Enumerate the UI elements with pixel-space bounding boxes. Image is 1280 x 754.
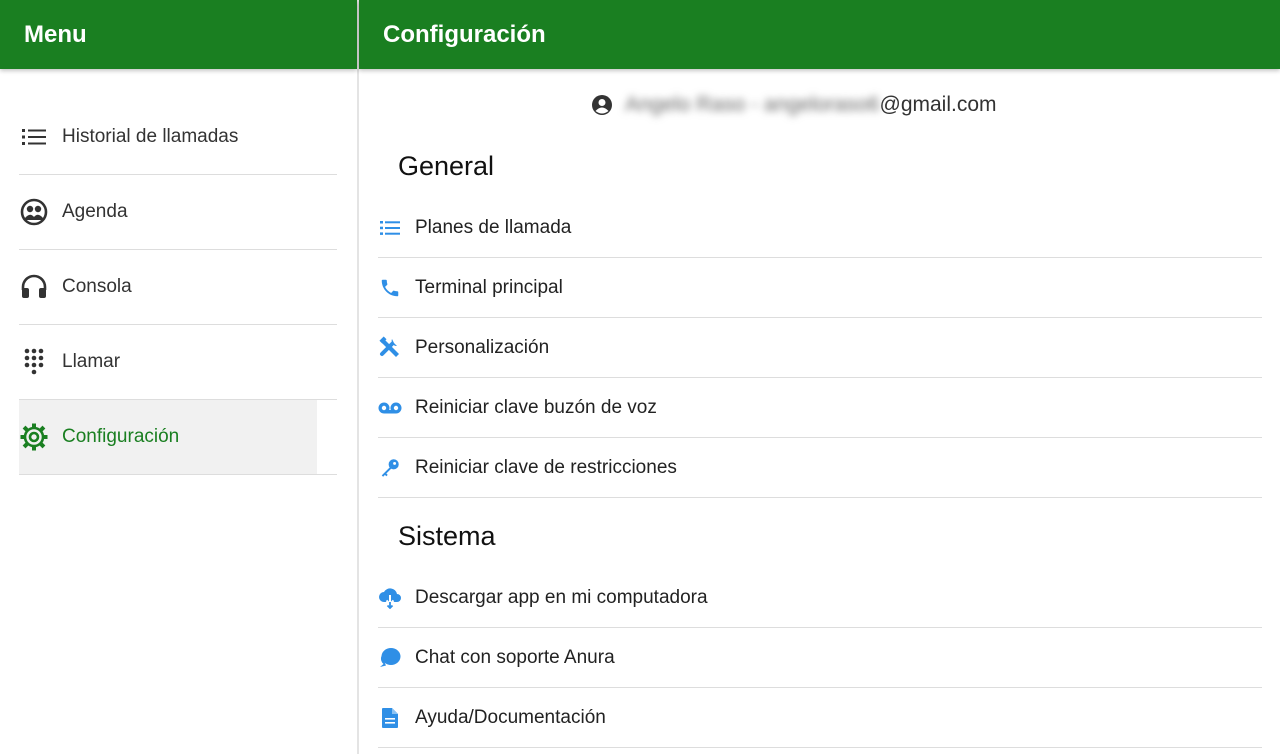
- tools-icon: [378, 335, 402, 360]
- sidebar-item-historial[interactable]: Historial de llamadas: [19, 100, 337, 175]
- setting-label: Ayuda/Documentación: [415, 706, 606, 728]
- chat-icon: [378, 646, 402, 670]
- sidebar-item-label: Agenda: [62, 201, 128, 222]
- sidebar-item-label: Configuración: [62, 426, 180, 447]
- section-title-sistema: Sistema: [398, 521, 496, 551]
- sidebar-title: Menu: [24, 20, 87, 48]
- page-header: Configuración: [359, 0, 1280, 69]
- setting-clave-buzon-voz[interactable]: Reiniciar clave buzón de voz: [378, 378, 1262, 438]
- setting-label: Personalización: [415, 336, 550, 358]
- setting-label: Terminal principal: [415, 276, 563, 298]
- account-circle-icon: [591, 94, 613, 116]
- sistema-settings-list: Descargar app en mi computadora Chat con…: [378, 568, 1262, 748]
- setting-label: Reiniciar clave buzón de voz: [415, 396, 657, 418]
- sidebar-item-label: Consola: [62, 276, 132, 297]
- list-icon: [19, 122, 49, 152]
- cloud-download-icon: [378, 586, 402, 610]
- panel-divider: [357, 0, 359, 754]
- setting-chat-soporte[interactable]: Chat con soporte Anura: [378, 628, 1262, 688]
- list-icon: [378, 216, 402, 240]
- setting-label: Chat con soporte Anura: [415, 646, 615, 668]
- sidebar-item-label: Llamar: [62, 351, 121, 372]
- gear-icon: [19, 422, 49, 452]
- sidebar-item-agenda[interactable]: Agenda: [19, 175, 337, 250]
- key-icon: [378, 456, 402, 480]
- document-icon: [378, 706, 402, 730]
- page-title: Configuración: [383, 20, 546, 48]
- sidebar-item-llamar[interactable]: Llamar: [19, 325, 337, 400]
- account-email: @gmail.com: [879, 93, 997, 116]
- account-name: Angelo Raso - angeloraso6: [625, 93, 880, 116]
- setting-descargar-app[interactable]: Descargar app en mi computadora: [378, 568, 1262, 628]
- phone-icon: [378, 276, 402, 300]
- setting-personalizacion[interactable]: Personalización: [378, 318, 1262, 378]
- headset-icon: [19, 272, 49, 302]
- sidebar: Historial de llamadas Agenda Consola Lla…: [0, 69, 357, 754]
- sidebar-item-configuracion[interactable]: Configuración: [19, 400, 337, 475]
- general-settings-list: Planes de llamada Terminal principal Per…: [378, 198, 1262, 498]
- sidebar-item-label: Historial de llamadas: [62, 126, 239, 147]
- setting-label: Reiniciar clave de restricciones: [415, 456, 677, 478]
- setting-label: Descargar app en mi computadora: [415, 586, 708, 608]
- settings-panel: Angelo Raso - angeloraso6 @gmail.com Gen…: [359, 69, 1280, 754]
- setting-ayuda-documentacion[interactable]: Ayuda/Documentación: [378, 688, 1262, 748]
- contacts-icon: [19, 197, 49, 227]
- sidebar-item-consola[interactable]: Consola: [19, 250, 337, 325]
- setting-label: Planes de llamada: [415, 216, 572, 238]
- dialpad-icon: [19, 347, 49, 377]
- setting-planes-de-llamada[interactable]: Planes de llamada: [378, 198, 1262, 258]
- sidebar-header: Menu: [0, 0, 357, 69]
- section-title-general: General: [398, 151, 495, 181]
- account-info: Angelo Raso - angeloraso6 @gmail.com: [591, 91, 997, 119]
- setting-terminal-principal[interactable]: Terminal principal: [378, 258, 1262, 318]
- setting-clave-restricciones[interactable]: Reiniciar clave de restricciones: [378, 438, 1262, 498]
- voicemail-icon: [378, 396, 402, 420]
- sidebar-menu: Historial de llamadas Agenda Consola Lla…: [19, 100, 337, 475]
